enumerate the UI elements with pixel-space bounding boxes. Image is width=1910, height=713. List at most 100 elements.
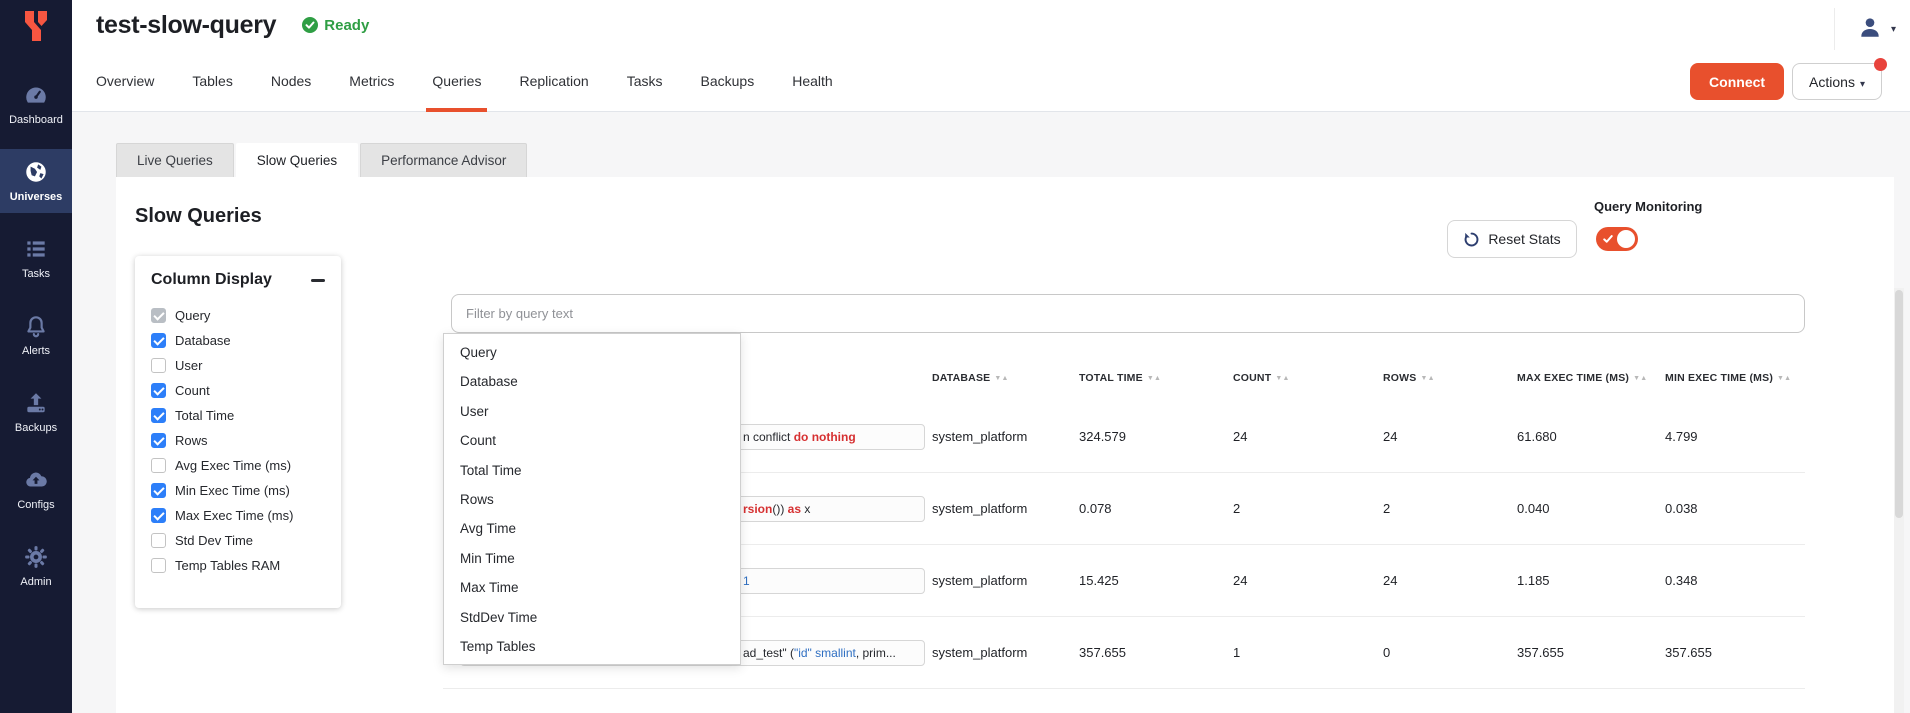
count-cell: 24 [1233, 429, 1383, 444]
sidebar-item-label: Backups [15, 422, 57, 434]
sidebar-item-dashboard[interactable]: Dashboard [0, 72, 72, 136]
dropdown-option-temp-tables[interactable]: Temp Tables [444, 632, 740, 661]
chevron-down-icon: ▾ [1860, 79, 1865, 90]
count-cell: 24 [1233, 573, 1383, 588]
dropdown-option-count[interactable]: Count [444, 426, 740, 455]
min-exec-time-cell: 0.348 [1665, 573, 1805, 588]
column-header-min-exec-time[interactable]: MIN EXEC TIME (MS)▼▲ [1665, 372, 1805, 384]
sidebar-item-label: Dashboard [9, 114, 63, 126]
subtab-slow-queries[interactable]: Slow Queries [236, 143, 358, 178]
query-monitoring-label: Query Monitoring [1594, 199, 1702, 214]
sidebar-item-configs[interactable]: Configs [0, 457, 72, 521]
sidebar-item-universes[interactable]: Universes [0, 149, 72, 213]
yugabyte-logo[interactable] [0, 0, 72, 60]
column-header-database[interactable]: DATABASE▼▲ [932, 372, 1079, 384]
vertical-scrollbar[interactable] [1894, 288, 1904, 713]
max-exec-time-cell: 61.680 [1517, 429, 1665, 444]
sort-icon: ▼▲ [994, 375, 1008, 382]
column-header-max-exec-time[interactable]: MAX EXEC TIME (MS)▼▲ [1517, 372, 1665, 384]
subtab-live-queries[interactable]: Live Queries [116, 143, 234, 177]
dropdown-option-stddev-time[interactable]: StdDev Time [444, 603, 740, 632]
column-option-avg-exec-time[interactable]: Avg Exec Time (ms) [151, 453, 325, 478]
column-option-rows[interactable]: Rows [151, 428, 325, 453]
gauge-icon [23, 82, 49, 108]
subtab-performance-advisor[interactable]: Performance Advisor [360, 143, 527, 177]
dropdown-option-query[interactable]: Query [444, 338, 740, 367]
column-option-std-dev-time[interactable]: Std Dev Time [151, 528, 325, 553]
chevron-down-icon: ▾ [1891, 24, 1896, 35]
column-option-user[interactable]: User [151, 353, 325, 378]
sidebar-item-admin[interactable]: Admin [0, 534, 72, 598]
tab-backups[interactable]: Backups [701, 50, 755, 112]
column-header-total-time[interactable]: TOTAL TIME▼▲ [1079, 372, 1233, 384]
sidebar-item-label: Alerts [22, 345, 50, 357]
column-option-count[interactable]: Count [151, 378, 325, 403]
filter-column-dropdown: Query Database User Count Total Time Row… [443, 333, 741, 665]
total-time-cell: 324.579 [1079, 429, 1233, 444]
header: test-slow-query Ready ▾ Overview Tables [72, 0, 1910, 112]
count-cell: 1 [1233, 645, 1383, 660]
sort-icon: ▼▲ [1633, 375, 1647, 382]
dropdown-option-min-time[interactable]: Min Time [444, 544, 740, 573]
tab-tasks[interactable]: Tasks [627, 50, 663, 112]
toggle-knob [1617, 230, 1635, 248]
user-avatar-icon [1857, 14, 1883, 45]
tab-overview[interactable]: Overview [96, 50, 154, 112]
column-option-temp-tables-ram[interactable]: Temp Tables RAM [151, 553, 325, 578]
queries-subtabs: Live Queries Slow Queries Performance Ad… [116, 143, 527, 178]
rows-cell: 0 [1383, 645, 1517, 660]
tab-metrics[interactable]: Metrics [349, 50, 394, 112]
tab-replication[interactable]: Replication [519, 50, 588, 112]
reset-stats-button[interactable]: Reset Stats [1447, 220, 1577, 258]
database-cell: system_platform [932, 573, 1079, 588]
dropdown-option-max-time[interactable]: Max Time [444, 573, 740, 602]
sidebar-item-tasks[interactable]: Tasks [0, 226, 72, 290]
dropdown-option-avg-time[interactable]: Avg Time [444, 514, 740, 543]
column-option-database[interactable]: Database [151, 328, 325, 353]
checkbox[interactable] [151, 508, 166, 523]
checkbox[interactable] [151, 533, 166, 548]
upload-icon [23, 390, 49, 416]
dropdown-option-rows[interactable]: Rows [444, 485, 740, 514]
sidebar-item-alerts[interactable]: Alerts [0, 303, 72, 367]
checkbox[interactable] [151, 458, 166, 473]
scrollbar-thumb[interactable] [1895, 290, 1903, 518]
checkbox[interactable] [151, 558, 166, 573]
query-monitoring-toggle[interactable] [1596, 227, 1638, 251]
checkbox[interactable] [151, 408, 166, 423]
rows-cell: 2 [1383, 501, 1517, 516]
column-display-title: Column Display [151, 271, 272, 289]
column-option-query[interactable]: Query [151, 303, 325, 328]
database-cell: system_platform [932, 645, 1079, 660]
checkbox[interactable] [151, 333, 166, 348]
connect-button[interactable]: Connect [1690, 63, 1784, 100]
column-option-total-time[interactable]: Total Time [151, 403, 325, 428]
column-header-rows[interactable]: ROWS▼▲ [1383, 372, 1517, 384]
user-menu[interactable]: ▾ [1834, 8, 1896, 50]
query-filter-input[interactable] [451, 294, 1805, 333]
dropdown-option-total-time[interactable]: Total Time [444, 456, 740, 485]
slow-queries-panel: Slow Queries Reset Stats Query Monitorin… [116, 177, 1894, 713]
checkbox[interactable] [151, 433, 166, 448]
min-exec-time-cell: 357.655 [1665, 645, 1805, 660]
tab-queries[interactable]: Queries [432, 50, 481, 112]
actions-button[interactable]: Actions▾ [1792, 63, 1882, 100]
checkbox[interactable] [151, 383, 166, 398]
tab-health[interactable]: Health [792, 50, 832, 112]
max-exec-time-cell: 1.185 [1517, 573, 1665, 588]
dropdown-option-database[interactable]: Database [444, 367, 740, 396]
total-time-cell: 15.425 [1079, 573, 1233, 588]
reset-stats-label: Reset Stats [1488, 231, 1560, 247]
min-exec-time-cell: 4.799 [1665, 429, 1805, 444]
sidebar-item-backups[interactable]: Backups [0, 380, 72, 444]
checkbox[interactable] [151, 358, 166, 373]
checkbox[interactable] [151, 308, 166, 323]
column-option-min-exec-time[interactable]: Min Exec Time (ms) [151, 478, 325, 503]
checkbox[interactable] [151, 483, 166, 498]
tab-nodes[interactable]: Nodes [271, 50, 311, 112]
column-option-max-exec-time[interactable]: Max Exec Time (ms) [151, 503, 325, 528]
dropdown-option-user[interactable]: User [444, 397, 740, 426]
tab-tables[interactable]: Tables [192, 50, 232, 112]
collapse-icon[interactable] [311, 279, 325, 282]
column-header-count[interactable]: COUNT▼▲ [1233, 372, 1383, 384]
